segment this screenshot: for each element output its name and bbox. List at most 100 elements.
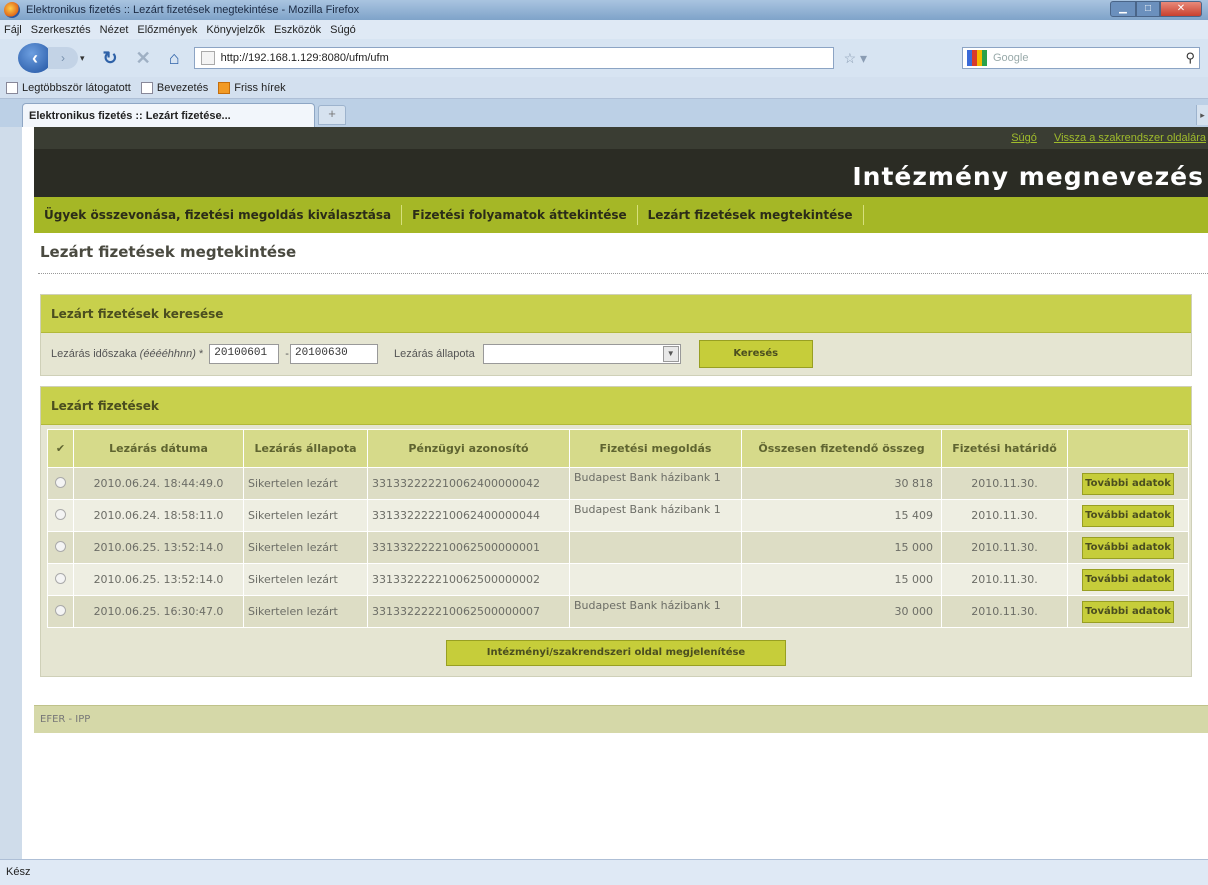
status-cell: Sikertelen lezárt xyxy=(243,563,368,596)
amount-cell: 30 818 xyxy=(741,467,942,500)
back-button[interactable]: ‹ xyxy=(18,43,52,73)
show-institution-page-button[interactable]: Intézményi/szakrendszeri oldal megjelení… xyxy=(446,640,786,666)
action-cell: További adatok xyxy=(1067,595,1189,628)
closing-date-cell: 2010.06.25. 16:30:47.0 xyxy=(73,595,244,628)
window-titlebar: Elektronikus fizetés :: Lezárt fizetések… xyxy=(0,0,1208,20)
payment-solution-cell: Budapest Bank házibank 1 xyxy=(569,499,742,532)
nav-item-merge-cases[interactable]: Ügyek összevonása, fizetési megoldás kiv… xyxy=(44,205,403,225)
menu-view[interactable]: Nézet xyxy=(100,24,129,36)
forward-button[interactable]: › xyxy=(48,47,78,69)
bookmark-star-icon[interactable]: ☆ ▾ xyxy=(844,50,867,67)
status-select[interactable]: ▼ xyxy=(482,344,681,364)
col-actions xyxy=(1067,429,1189,468)
row-select-radio[interactable] xyxy=(55,604,66,616)
google-engine-icon[interactable] xyxy=(967,50,987,66)
search-bar[interactable]: Google ⚲ xyxy=(962,47,1200,69)
page-title: Lezárt fizetések megtekintése xyxy=(40,243,297,261)
rss-icon xyxy=(218,81,231,94)
search-placeholder[interactable]: Google xyxy=(993,52,1185,64)
col-payment-solution: Fizetési megoldás xyxy=(569,429,742,468)
search-panel: Lezárt fizetések keresése Lezárás idősza… xyxy=(40,294,1192,376)
row-radio-cell xyxy=(47,531,74,564)
institution-name: Intézmény megnevezés xyxy=(852,162,1204,191)
more-details-button[interactable]: További adatok xyxy=(1082,568,1174,591)
bottom-actions: Intézményi/szakrendszeri oldal megjelení… xyxy=(41,640,1191,666)
page-icon xyxy=(200,51,215,65)
url-bar[interactable]: http://192.168.1.129:8080/ufm/ufm xyxy=(193,47,834,69)
url-text[interactable]: http://192.168.1.129:8080/ufm/ufm xyxy=(221,52,389,64)
more-details-button[interactable]: További adatok xyxy=(1082,536,1174,559)
table-row: 2010.06.25. 13:52:14.0 Sikertelen lezárt… xyxy=(47,531,1189,564)
tab-list-arrow-icon[interactable]: ▸ xyxy=(1196,105,1208,125)
bookmark-most-visited[interactable]: Legtöbbször látogatott xyxy=(6,81,131,94)
site-wrapper: Súgó Vissza a szakrendszer oldalára Inté… xyxy=(34,127,1208,733)
chevron-down-icon[interactable]: ▼ xyxy=(662,346,679,362)
results-panel-title: Lezárt fizetések xyxy=(41,387,1191,425)
menu-history[interactable]: Előzmények xyxy=(137,24,197,36)
col-closing-status: Lezárás állapota xyxy=(243,429,368,468)
nav-item-closed-payments[interactable]: Lezárt fizetések megtekintése xyxy=(648,205,864,225)
date-to-input[interactable]: 20100630 xyxy=(289,344,378,364)
closing-date-cell: 2010.06.25. 13:52:14.0 xyxy=(73,563,244,596)
more-details-button[interactable]: További adatok xyxy=(1082,600,1174,623)
row-radio-cell xyxy=(47,499,74,532)
close-icon[interactable]: ✕ xyxy=(1160,1,1202,17)
action-cell: További adatok xyxy=(1067,467,1189,500)
search-form: Lezárás időszaka (ééééhhnn) * 20100601 -… xyxy=(41,333,1191,375)
firefox-logo-icon xyxy=(4,2,20,18)
window-title: Elektronikus fizetés :: Lezárt fizetések… xyxy=(26,4,360,16)
amount-cell: 15 409 xyxy=(741,499,942,532)
status-cell: Sikertelen lezárt xyxy=(243,467,368,500)
financial-id-cell: 331332222210062400000044 xyxy=(367,499,570,532)
bookmark-news[interactable]: Friss hírek xyxy=(218,81,286,94)
search-panel-title: Lezárt fizetések keresése xyxy=(41,295,1191,333)
row-select-radio[interactable] xyxy=(55,572,66,584)
due-date-cell: 2010.11.30. xyxy=(941,499,1068,532)
maximize-icon[interactable]: □ xyxy=(1136,1,1160,17)
row-select-radio[interactable] xyxy=(55,540,66,552)
amount-cell: 30 000 xyxy=(741,595,942,628)
status-cell: Sikertelen lezárt xyxy=(243,595,368,628)
stop-icon[interactable]: ✕ xyxy=(136,48,151,69)
help-link[interactable]: Súgó xyxy=(1011,132,1037,144)
row-radio-cell xyxy=(47,563,74,596)
more-details-button[interactable]: További adatok xyxy=(1082,504,1174,527)
menu-file[interactable]: Fájl xyxy=(4,24,22,36)
back-to-system-link[interactable]: Vissza a szakrendszer oldalára xyxy=(1054,132,1206,144)
results-panel: Lezárt fizetések ✔ Lezárás dátuma Lezárá… xyxy=(40,386,1192,677)
new-tab-button[interactable]: + xyxy=(318,105,346,125)
due-date-cell: 2010.11.30. xyxy=(941,467,1068,500)
web-content: Súgó Vissza a szakrendszer oldalára Inté… xyxy=(22,127,1208,859)
history-dropdown-icon[interactable]: ▾ xyxy=(80,53,85,64)
payment-solution-cell: Budapest Bank házibank 1 xyxy=(569,467,742,500)
status-bar: Kész xyxy=(0,859,1208,885)
reload-icon[interactable]: ↻ xyxy=(103,48,118,69)
row-select-radio[interactable] xyxy=(55,476,66,488)
status-cell: Sikertelen lezárt xyxy=(243,499,368,532)
bookmark-getting-started[interactable]: Bevezetés xyxy=(140,81,208,94)
closing-date-cell: 2010.06.24. 18:44:49.0 xyxy=(73,467,244,500)
due-date-cell: 2010.11.30. xyxy=(941,595,1068,628)
table-row: 2010.06.25. 16:30:47.0 Sikertelen lezárt… xyxy=(47,595,1189,628)
menu-edit[interactable]: Szerkesztés xyxy=(31,24,91,36)
menu-help[interactable]: Súgó xyxy=(330,24,356,36)
search-icon[interactable]: ⚲ xyxy=(1185,50,1195,66)
col-closing-date: Lezárás dátuma xyxy=(73,429,244,468)
menu-tools[interactable]: Eszközök xyxy=(274,24,321,36)
minimize-icon[interactable]: ▁ xyxy=(1110,1,1136,17)
status-label: Lezárás állapota xyxy=(393,348,475,360)
menu-bar: Fájl Szerkesztés Nézet Előzmények Könyvj… xyxy=(0,20,1208,39)
home-icon[interactable]: ⌂ xyxy=(169,48,180,69)
main-navigation: Ügyek összevonása, fizetési megoldás kiv… xyxy=(34,197,1208,233)
navigation-toolbar: ‹ › ▾ ↻ ✕ ⌂ http://192.168.1.129:8080/uf… xyxy=(0,39,1208,77)
tab-active[interactable]: Elektronikus fizetés :: Lezárt fizetése.… xyxy=(22,103,315,127)
action-cell: További adatok xyxy=(1067,531,1189,564)
date-from-input[interactable]: 20100601 xyxy=(209,344,280,364)
tab-label: Elektronikus fizetés :: Lezárt fizetése.… xyxy=(29,109,231,122)
divider xyxy=(38,273,1208,274)
row-select-radio[interactable] xyxy=(55,508,66,520)
search-button[interactable]: Keresés xyxy=(698,340,813,368)
more-details-button[interactable]: További adatok xyxy=(1082,472,1174,495)
nav-item-payment-overview[interactable]: Fizetési folyamatok áttekintése xyxy=(412,205,638,225)
menu-bookmarks[interactable]: Könyvjelzők xyxy=(206,24,265,36)
